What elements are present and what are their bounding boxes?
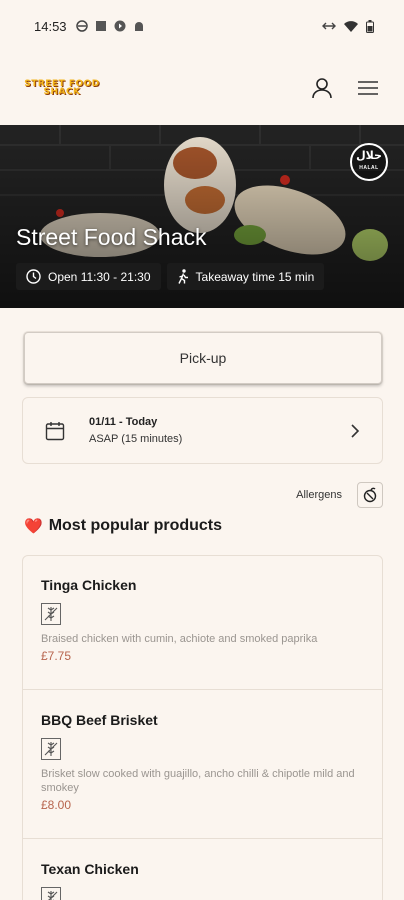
app-header: STREET FOOD SHACK: [0, 60, 404, 116]
allergens-button[interactable]: [357, 482, 383, 508]
status-bar: 14:53: [0, 0, 404, 52]
restaurant-logo[interactable]: STREET FOOD SHACK: [24, 80, 100, 97]
notification-icon: [75, 20, 88, 32]
product-item[interactable]: Tinga Chicken Braised chicken with cumin…: [23, 556, 382, 690]
gluten-allergen-icon: [41, 738, 61, 760]
walking-icon: [177, 269, 188, 284]
allergen-filter-icon: [363, 487, 377, 503]
battery-icon: [366, 19, 374, 33]
data-saver-icon: [322, 22, 336, 30]
product-item[interactable]: BBQ Beef Brisket Brisket slow cooked wit…: [23, 690, 382, 839]
allergens-filter: Allergens: [296, 482, 383, 508]
allergens-label: Allergens: [296, 489, 342, 501]
halal-badge: حلال HALAL: [350, 143, 388, 181]
clock-icon: [26, 269, 41, 284]
hero-banner: حلال HALAL Street Food Shack Open 11:30 …: [0, 125, 404, 308]
popular-products-heading: ❤️ Most popular products: [24, 517, 223, 535]
gluten-allergen-icon: [41, 887, 61, 900]
takeaway-time-pill: Takeaway time 15 min: [166, 263, 325, 290]
product-list: Tinga Chicken Braised chicken with cumin…: [22, 555, 383, 900]
android-icon: [134, 22, 143, 31]
opening-hours-pill: Open 11:30 - 21:30: [16, 263, 161, 290]
product-name: BBQ Beef Brisket: [41, 712, 158, 728]
product-description: Brisket slow cooked with guajillo, ancho…: [41, 768, 355, 794]
product-description: Braised chicken with cumin, achiote and …: [41, 633, 318, 645]
product-name: Texan Chicken: [41, 861, 139, 877]
product-price: £8.00: [41, 798, 72, 812]
account-button[interactable]: [310, 76, 334, 100]
order-time: ASAP (15 minutes): [89, 433, 183, 445]
app-icon: [95, 21, 106, 31]
product-item[interactable]: Texan Chicken: [23, 839, 382, 900]
calendar-icon: [45, 421, 65, 440]
order-date: 01/11 - Today: [89, 416, 158, 428]
heart-icon: ❤️: [24, 518, 43, 535]
pickup-button[interactable]: Pick-up: [24, 332, 382, 384]
restaurant-name: Street Food Shack: [16, 224, 207, 250]
status-time: 14:53: [34, 18, 67, 34]
user-icon: [312, 78, 332, 99]
wifi-icon: [344, 21, 358, 32]
product-price: £7.75: [41, 649, 72, 663]
media-icon: [114, 20, 126, 32]
hamburger-menu-icon: [358, 81, 378, 95]
order-time-selector[interactable]: 01/11 - Today ASAP (15 minutes): [22, 397, 383, 464]
gluten-allergen-icon: [41, 603, 61, 625]
product-name: Tinga Chicken: [41, 577, 137, 593]
chevron-right-icon: [351, 423, 360, 438]
menu-button[interactable]: [356, 76, 380, 100]
